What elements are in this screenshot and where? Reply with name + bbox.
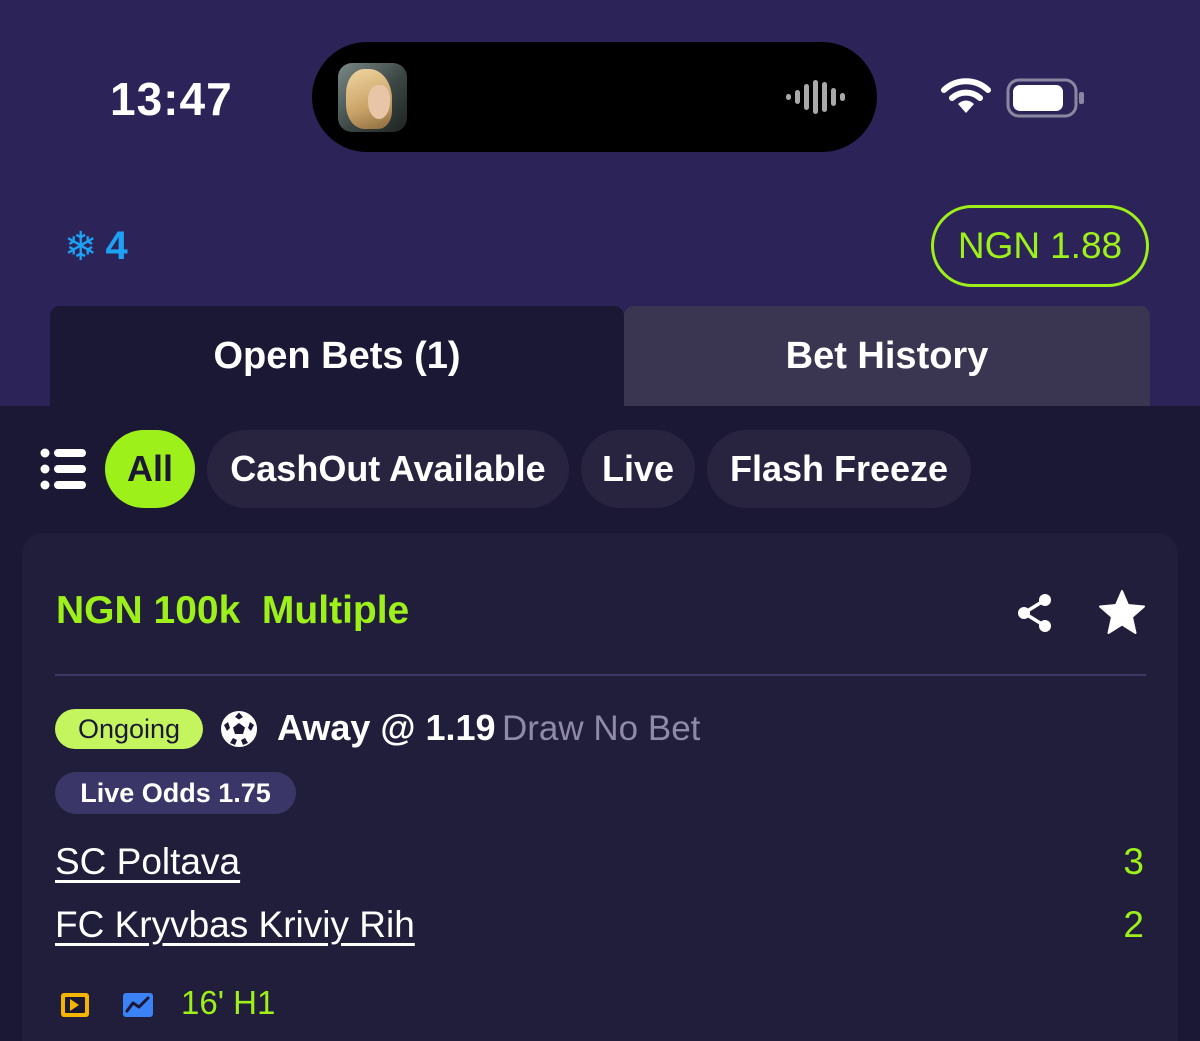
balance-currency: NGN (957, 225, 1041, 266)
album-art[interactable] (338, 63, 407, 132)
freeze-count: 4 (105, 224, 128, 268)
live-odds-badge: Live Odds 1.75 (55, 772, 296, 814)
live-stream-icon[interactable] (60, 992, 90, 1018)
battery-icon (1006, 78, 1084, 118)
flash-freeze-counter[interactable]: ❄ 4 (64, 224, 128, 269)
top-header-area: 13:47 ❄ 4 NGN 1.88 (0, 0, 1200, 306)
filter-live[interactable]: Live (581, 430, 695, 508)
bet-title: NGN 100k Multiple (56, 589, 410, 632)
snowflake-icon: ❄ (64, 223, 98, 270)
tab-open-bets[interactable]: Open Bets (1) (50, 306, 624, 406)
match-time: 16' H1 (181, 984, 276, 1021)
filter-bar: All CashOut Available Live Flash Freeze (0, 430, 1200, 508)
wifi-icon (941, 78, 991, 113)
balance-value: 1.88 (1050, 225, 1123, 266)
home-score: 3 (1123, 841, 1144, 882)
balance-button[interactable]: NGN 1.88 (931, 205, 1149, 287)
away-team-link[interactable]: FC Kryvbas Kriviy Rih (55, 904, 415, 946)
bet-market: Draw No Bet (502, 709, 701, 748)
waveform-icon (786, 80, 845, 114)
away-score: 2 (1123, 904, 1144, 945)
filter-all[interactable]: All (105, 430, 195, 508)
star-icon[interactable] (1098, 589, 1146, 635)
stats-icon[interactable] (122, 992, 154, 1018)
bet-card[interactable]: NGN 100k Multiple Ongoing Away @ 1.19 Dr… (22, 533, 1178, 1041)
bets-tabs: Open Bets (1) Bet History (0, 306, 1200, 406)
share-icon[interactable] (1015, 593, 1055, 633)
card-divider (55, 674, 1146, 676)
tab-bet-history[interactable]: Bet History (624, 306, 1150, 406)
list-icon[interactable] (40, 448, 88, 490)
soccer-ball-icon (221, 711, 257, 747)
status-badge: Ongoing (55, 709, 203, 749)
dynamic-island[interactable] (312, 42, 877, 152)
bet-selection: Away @ 1.19 (277, 707, 496, 748)
status-bar-time: 13:47 (110, 73, 233, 125)
filter-cashout-available[interactable]: CashOut Available (207, 430, 569, 508)
home-team-link[interactable]: SC Poltava (55, 841, 240, 883)
filter-flash-freeze[interactable]: Flash Freeze (707, 430, 971, 508)
